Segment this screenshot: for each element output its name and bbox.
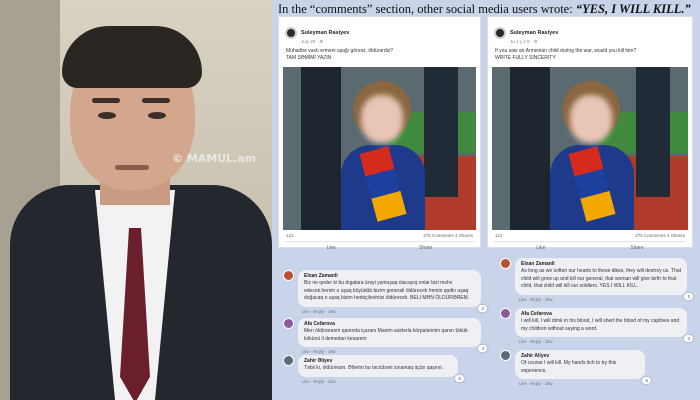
post-line-1: If you saw an Armenian child during the … <box>495 48 637 54</box>
share-button[interactable]: Share <box>630 245 643 251</box>
comment-item: Elxan Zamanli Biz ne qeder ki bu dıgalar… <box>283 270 487 314</box>
comment-text: I will kill, I will drink in his blood, … <box>521 318 680 332</box>
post-text: If you saw an Armenian child during the … <box>488 47 692 63</box>
like-button[interactable]: Like <box>536 245 545 251</box>
post-date[interactable]: Ju 1 y 2 9 · ⚙ <box>510 39 558 45</box>
like-button[interactable]: Like <box>327 245 336 251</box>
facebook-post-original: Suleyman Rasiyev July 29 · ⚙ Müharibe va… <box>278 16 481 251</box>
post-image[interactable] <box>492 66 688 230</box>
comment-reaction-count[interactable]: 2 <box>684 292 693 300</box>
watermark: © MAMUL.am <box>172 152 257 165</box>
comment-text: Men öldürəranm qanında içaram Manim asir… <box>304 328 468 342</box>
comment-item: Afa Cefarova I will kill, I will drink i… <box>500 308 693 344</box>
reaction-count[interactable]: 121 <box>286 233 294 238</box>
post-text: Müharibe vaxtı ermeni uşağı görsəz, öldü… <box>279 47 480 63</box>
comment-item: Zahir Əliyev Təbii ki, öldürəram. Əlləri… <box>283 355 483 384</box>
comment-author[interactable]: Elxan Zamanli <box>521 261 681 267</box>
comment-share-count[interactable]: 276 Comments 4 Shares <box>423 233 473 238</box>
post-date[interactable]: July 29 · ⚙ <box>301 39 349 45</box>
comment-author[interactable]: Zahir Əliyev <box>304 358 452 364</box>
comment-actions[interactable]: Like · Reply · 16w <box>515 297 687 302</box>
avatar[interactable] <box>500 350 511 361</box>
comment-text: Biz ne qeder ki bu dıgalara ürəyi yumuşa… <box>304 280 470 301</box>
comment-item: Afa Cefarova Men öldürəranm qanında içar… <box>283 318 487 354</box>
post-line-2: TAM SƏMİMİ YAZIN <box>286 55 332 62</box>
avatar[interactable] <box>500 308 511 319</box>
comment-reaction-count[interactable]: 3 <box>684 335 693 342</box>
facebook-post-translated: Suleyman Rasiyev Ju 1 y 2 9 · ⚙ If you s… <box>487 16 693 251</box>
avatar[interactable] <box>494 27 506 39</box>
avatar[interactable] <box>500 258 511 269</box>
comment-reaction-count[interactable]: 5 <box>642 377 651 384</box>
reaction-count[interactable]: 121 <box>495 233 503 238</box>
comment-actions[interactable]: Like · Reply · 16w <box>298 379 458 384</box>
comment-share-count[interactable]: 276 Comments 4 Shares <box>635 233 685 238</box>
comment-actions[interactable]: Like · Reply · 16w <box>298 349 481 354</box>
headline: In the “comments” section, other social … <box>278 2 698 17</box>
comment-reaction-count[interactable]: 2 <box>478 304 487 312</box>
comment-author[interactable]: Afa Cefarova <box>521 311 681 317</box>
headline-quote: “YES, I WILL KILL.” <box>575 2 691 16</box>
comment-author[interactable]: Afa Cefarova <box>304 321 475 327</box>
comment-item: Zahir Aliyev Of course I will kill. My h… <box>500 350 690 386</box>
comment-reaction-count[interactable]: 3 <box>478 345 487 352</box>
comment-text: Of course I will kill. My hands itch to … <box>521 360 617 374</box>
portrait-photo: © MAMUL.am <box>0 0 272 400</box>
comment-reaction-count[interactable]: 5 <box>455 374 464 382</box>
comment-item: Elxan Zamanli As long as we soften our h… <box>500 258 693 302</box>
post-line-2: WRITE FULLY SINCERITY <box>495 55 556 62</box>
avatar[interactable] <box>283 270 294 281</box>
avatar[interactable] <box>283 355 294 366</box>
post-author[interactable]: Suleyman Rasiyev <box>510 30 558 36</box>
comment-text: As long as we soften our hearts to these… <box>521 268 681 289</box>
avatar[interactable] <box>283 318 294 329</box>
comment-author[interactable]: Elxan Zamanli <box>304 273 475 279</box>
comment-author[interactable]: Zahir Aliyev <box>521 353 639 359</box>
comment-actions[interactable]: Like · Reply · 16w <box>515 381 645 386</box>
headline-prefix: In the “comments” section, other social … <box>278 2 576 16</box>
avatar[interactable] <box>285 27 297 39</box>
comment-actions[interactable]: Like · Reply · 16w <box>298 309 481 314</box>
comment-actions[interactable]: Like · Reply · 16w <box>515 339 687 344</box>
post-image[interactable] <box>283 66 476 230</box>
post-author[interactable]: Suleyman Rasiyev <box>301 30 349 36</box>
share-button[interactable]: Share <box>419 245 432 251</box>
comment-text: Təbii ki, öldürəram. Əllərim bu təcrübən… <box>304 365 444 371</box>
